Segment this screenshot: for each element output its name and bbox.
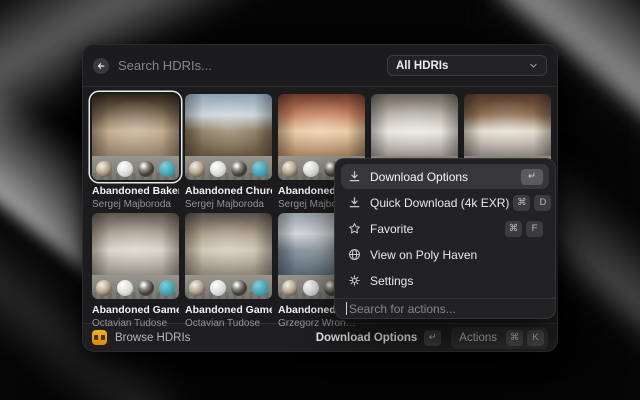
cmd-key-badge: ⌘ [506, 330, 523, 346]
hdri-thumbnail[interactable] [185, 213, 272, 299]
hdri-tile[interactable]: Abandoned Church Sergej Majboroda [185, 94, 272, 210]
teal-sphere-icon [159, 280, 175, 296]
arrow-left-icon [96, 61, 106, 71]
primary-action-label: Download Options [316, 332, 418, 344]
glass-sphere-icon [189, 161, 205, 177]
hdri-thumb-frame [92, 213, 179, 299]
menu-item-label: Favorite [370, 222, 501, 236]
glass-sphere-icon [96, 280, 112, 296]
hdri-thumb-frame [185, 213, 272, 299]
glass-sphere-icon [282, 280, 298, 296]
hdri-author: Sergej Majboroda [92, 199, 179, 210]
material-spheres-strip [92, 156, 179, 180]
shortcut-key-badge: ⌘ [505, 221, 522, 237]
chrome-sphere-icon [231, 280, 247, 296]
actions-search-input[interactable]: Search for actions... [349, 302, 456, 316]
search-input[interactable]: Search HDRIs... [118, 58, 387, 73]
diffuse-sphere-icon [210, 280, 226, 296]
teal-sphere-icon [159, 161, 175, 177]
menu-item-view-on-poly-haven[interactable]: View on Poly Haven [341, 242, 549, 267]
shortcut-key-badge: F [526, 221, 543, 237]
menu-item-label: View on Poly Haven [370, 248, 543, 262]
hdri-thumbnail[interactable] [92, 213, 179, 299]
menu-item-label: Quick Download (4k EXR) [370, 196, 509, 210]
actions-label: Actions [459, 332, 497, 344]
material-spheres-strip [185, 156, 272, 180]
panorama-preview [92, 94, 179, 156]
actions-menu-items: Download Options ↵ Quick Download (4k EXR)… [335, 159, 555, 298]
hdri-title: Abandoned Games R… [185, 304, 272, 316]
panorama-preview [464, 94, 551, 156]
teal-sphere-icon [252, 280, 268, 296]
glass-sphere-icon [96, 161, 112, 177]
poly-haven-logo-icon [92, 330, 107, 345]
hdri-tile[interactable]: Abandoned Games R…Octavian Tudose [185, 213, 272, 329]
diffuse-sphere-icon [303, 280, 319, 296]
download-icon [347, 196, 361, 210]
glass-sphere-icon [189, 280, 205, 296]
menu-item-download-options[interactable]: Download Options ↵ [341, 164, 549, 189]
panorama-preview [278, 94, 365, 156]
material-spheres-strip [185, 275, 272, 299]
diffuse-sphere-icon [303, 161, 319, 177]
primary-action-button[interactable]: Download Options ↵ [316, 330, 442, 346]
footer-bar: Browse HDRIs Download Options ↵ Actions … [83, 323, 557, 351]
star-icon [347, 222, 361, 236]
actions-button[interactable]: Actions ⌘ K [451, 327, 548, 349]
hdri-tile[interactable]: Abandoned Bakery Sergej Majboroda [92, 94, 179, 210]
enter-key-badge: ↵ [424, 330, 441, 346]
search-header: Search HDRIs... All HDRIs [83, 45, 557, 87]
actions-search-row[interactable]: Search for actions... [335, 298, 555, 318]
hdri-filter-dropdown[interactable]: All HDRIs [387, 55, 547, 76]
shortcut-key-badge: D [534, 195, 551, 211]
globe-icon [347, 248, 361, 262]
menu-item-label: Settings [370, 274, 543, 288]
filter-value: All HDRIs [396, 60, 529, 72]
teal-sphere-icon [252, 161, 268, 177]
app-title: Browse HDRIs [115, 332, 316, 344]
hdri-title: Abandoned Games R… [92, 304, 179, 316]
chevron-down-icon [529, 61, 538, 70]
k-key-badge: K [527, 330, 544, 346]
download-icon [347, 170, 361, 184]
menu-item-settings[interactable]: Settings [341, 268, 549, 293]
hdri-tile[interactable]: Abandoned Games R…Octavian Tudose [92, 213, 179, 329]
diffuse-sphere-icon [117, 161, 133, 177]
gear-icon [347, 274, 361, 288]
hdri-thumbnail[interactable] [185, 94, 272, 180]
diffuse-sphere-icon [210, 161, 226, 177]
desktop-background: Search HDRIs... All HDRIs Abandoned Bake… [0, 0, 640, 400]
actions-menu: Download Options ↵ Quick Download (4k EXR)… [334, 158, 556, 319]
chrome-sphere-icon [138, 161, 154, 177]
chrome-sphere-icon [138, 280, 154, 296]
shortcut-key-badge: ⌘ [513, 195, 530, 211]
panorama-preview [92, 213, 179, 275]
panorama-preview [185, 213, 272, 275]
back-button[interactable] [93, 58, 109, 74]
panorama-preview [185, 94, 272, 156]
hdri-thumb-frame [185, 94, 272, 180]
panorama-preview [371, 94, 458, 156]
text-caret [346, 302, 347, 315]
menu-item-quick-download-4k-exr[interactable]: Quick Download (4k EXR) ⌘D [341, 190, 549, 215]
menu-item-label: Download Options [370, 170, 517, 184]
hdri-title: Abandoned Bakery [92, 185, 179, 197]
shortcut-key-badge: ↵ [521, 169, 543, 185]
hdri-title: Abandoned Church [185, 185, 272, 197]
hdri-thumbnail[interactable] [92, 94, 179, 180]
chrome-sphere-icon [231, 161, 247, 177]
diffuse-sphere-icon [117, 280, 133, 296]
material-spheres-strip [92, 275, 179, 299]
glass-sphere-icon [282, 161, 298, 177]
hdri-thumb-frame [92, 94, 179, 180]
raycast-window: Search HDRIs... All HDRIs Abandoned Bake… [82, 44, 558, 352]
hdri-author: Sergej Majboroda [185, 199, 272, 210]
menu-item-favorite[interactable]: Favorite ⌘F [341, 216, 549, 241]
